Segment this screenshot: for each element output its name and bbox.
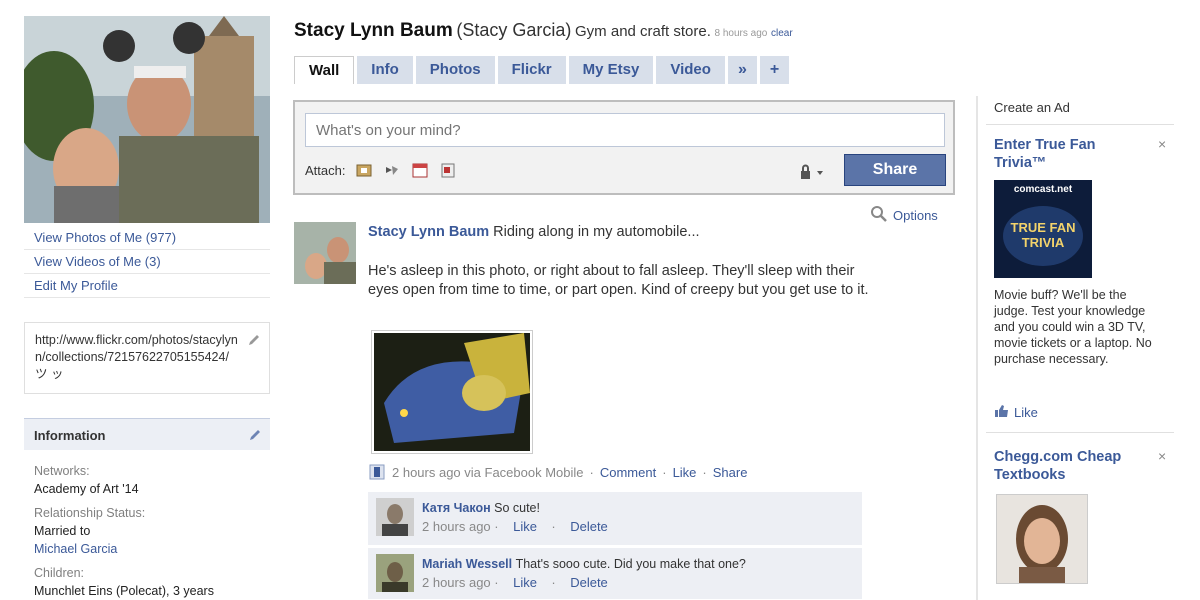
- tab-info[interactable]: Info: [357, 56, 413, 84]
- information-body: Networks: Academy of Art '14 Relationshi…: [24, 450, 270, 600]
- networks-label: Networks:: [34, 464, 90, 478]
- comment-link[interactable]: Comment: [600, 465, 656, 480]
- link-attach-icon[interactable]: [383, 161, 401, 179]
- ad-divider: [986, 432, 1174, 433]
- profile-name: Stacy Lynn Baum: [294, 20, 453, 41]
- tab-more[interactable]: »: [727, 56, 757, 84]
- story-time: 2 hours ago via Facebook Mobile: [392, 464, 584, 480]
- information-header: Information: [24, 418, 270, 450]
- bio-url-text: http://www.flickr.com/photos/stacylynn/c…: [35, 333, 238, 381]
- commenter-avatar[interactable]: [376, 554, 414, 592]
- comment-delete-link[interactable]: Delete: [570, 575, 608, 590]
- children-value: Munchlet Eins (Polecat), 3 years: [34, 584, 214, 598]
- profile-tabs: Wall Info Photos Flickr My Etsy Video » …: [294, 56, 790, 84]
- ad-divider: [986, 124, 1174, 125]
- commenter-name-link[interactable]: Катя Чакон: [422, 501, 491, 515]
- view-videos-link[interactable]: View Videos of Me (3): [24, 250, 270, 274]
- options-label: Options: [893, 208, 938, 223]
- attach-bar: Attach:: [305, 160, 457, 180]
- pencil-icon[interactable]: [248, 428, 262, 442]
- status-time: 8 hours ago: [714, 28, 768, 39]
- tab-flickr[interactable]: Flickr: [497, 56, 566, 84]
- event-attach-icon[interactable]: [411, 161, 429, 179]
- tab-add[interactable]: +: [759, 56, 790, 84]
- chegg-ad-image[interactable]: [996, 494, 1088, 584]
- video-attach-icon[interactable]: [439, 161, 457, 179]
- story-body: He's asleep in this photo, or right abou…: [368, 263, 869, 298]
- bio-box: http://www.flickr.com/photos/stacylynn/c…: [24, 322, 270, 394]
- profile-photo[interactable]: [24, 16, 270, 223]
- tab-wall[interactable]: Wall: [294, 56, 355, 84]
- relationship-value: Married to: [34, 524, 91, 538]
- commenter-avatar[interactable]: [376, 498, 414, 536]
- like-link[interactable]: Like: [673, 465, 697, 480]
- pencil-icon[interactable]: [247, 333, 261, 347]
- profile-alt-name: (Stacy Garcia): [456, 20, 572, 40]
- edit-profile-link[interactable]: Edit My Profile: [24, 274, 270, 298]
- ad-title-chegg[interactable]: Chegg.com Cheap Textbooks: [994, 448, 1144, 484]
- attach-label: Attach:: [305, 162, 346, 178]
- comment-delete-link[interactable]: Delete: [570, 519, 608, 534]
- trivia-ad-image[interactable]: comcast.net TRUE FAN TRIVIA: [994, 180, 1092, 278]
- magnifier-icon: [870, 205, 888, 226]
- ad-title-trivia[interactable]: Enter True Fan Trivia™: [994, 136, 1144, 172]
- options-link[interactable]: Options: [870, 205, 938, 226]
- relationship-label: Relationship Status:: [34, 506, 146, 520]
- comment-time: 2 hours ago: [422, 575, 491, 590]
- status-input[interactable]: [305, 113, 945, 147]
- comment-item: Mariah Wessell That's sooo cute. Did you…: [368, 548, 862, 600]
- ad-like-link[interactable]: Like: [994, 404, 1038, 421]
- create-ad-link[interactable]: Create an Ad: [994, 100, 1070, 115]
- story-headline: Stacy Lynn Baum Riding along in my autom…: [368, 224, 700, 240]
- commenter-name-link[interactable]: Mariah Wessell: [422, 557, 512, 571]
- comment-like-link[interactable]: Like: [513, 575, 537, 590]
- clear-status-link[interactable]: clear: [771, 28, 793, 39]
- ad-image-line2: TRIVIA: [1022, 235, 1065, 250]
- close-ad-icon[interactable]: ×: [1158, 448, 1166, 464]
- comment-like-link[interactable]: Like: [513, 519, 537, 534]
- story-headline-text: Riding along in my automobile...: [493, 224, 700, 240]
- information-title: Information: [34, 428, 106, 443]
- publisher: Attach: Share: [293, 100, 955, 195]
- photo-attach-icon[interactable]: [355, 161, 373, 179]
- story-photo[interactable]: [371, 330, 533, 454]
- tab-photos[interactable]: Photos: [415, 56, 495, 84]
- ad-brand-text: comcast.net: [1014, 184, 1073, 195]
- status-text: Gym and craft store.: [575, 23, 711, 40]
- comment-item: Катя Чакон So cute! 2 hours ago · Like ·…: [368, 492, 862, 546]
- ad-image-line1: TRUE FAN: [1011, 220, 1076, 235]
- comment-text: So cute!: [494, 501, 540, 515]
- comment-text: That's sooo cute. Did you make that one?: [515, 557, 746, 571]
- column-divider: [976, 96, 978, 600]
- share-link[interactable]: Share: [713, 465, 748, 480]
- ad-body-text: Movie buff? We'll be the judge. Test you…: [994, 288, 1152, 366]
- view-photos-link[interactable]: View Photos of Me (977): [24, 226, 270, 250]
- tab-my-etsy[interactable]: My Etsy: [568, 56, 654, 84]
- profile-links: View Photos of Me (977) View Videos of M…: [24, 226, 270, 298]
- networks-value: Academy of Art '14: [34, 482, 139, 496]
- children-label: Children:: [34, 566, 85, 580]
- close-ad-icon[interactable]: ×: [1158, 136, 1166, 152]
- profile-header: Stacy Lynn Baum (Stacy Garcia) Gym and c…: [294, 20, 1174, 46]
- story-actor-link[interactable]: Stacy Lynn Baum: [368, 224, 489, 240]
- privacy-lock-icon[interactable]: [799, 164, 829, 180]
- share-button[interactable]: Share: [844, 154, 946, 186]
- story-meta: 2 hours ago via Facebook Mobile · Commen…: [368, 463, 747, 481]
- relationship-partner-link[interactable]: Michael Garcia: [34, 540, 260, 558]
- comment-time: 2 hours ago: [422, 519, 491, 534]
- mobile-icon: [368, 463, 386, 481]
- tab-video[interactable]: Video: [656, 56, 725, 84]
- story-avatar[interactable]: [294, 222, 356, 284]
- thumbs-up-icon: [994, 404, 1010, 421]
